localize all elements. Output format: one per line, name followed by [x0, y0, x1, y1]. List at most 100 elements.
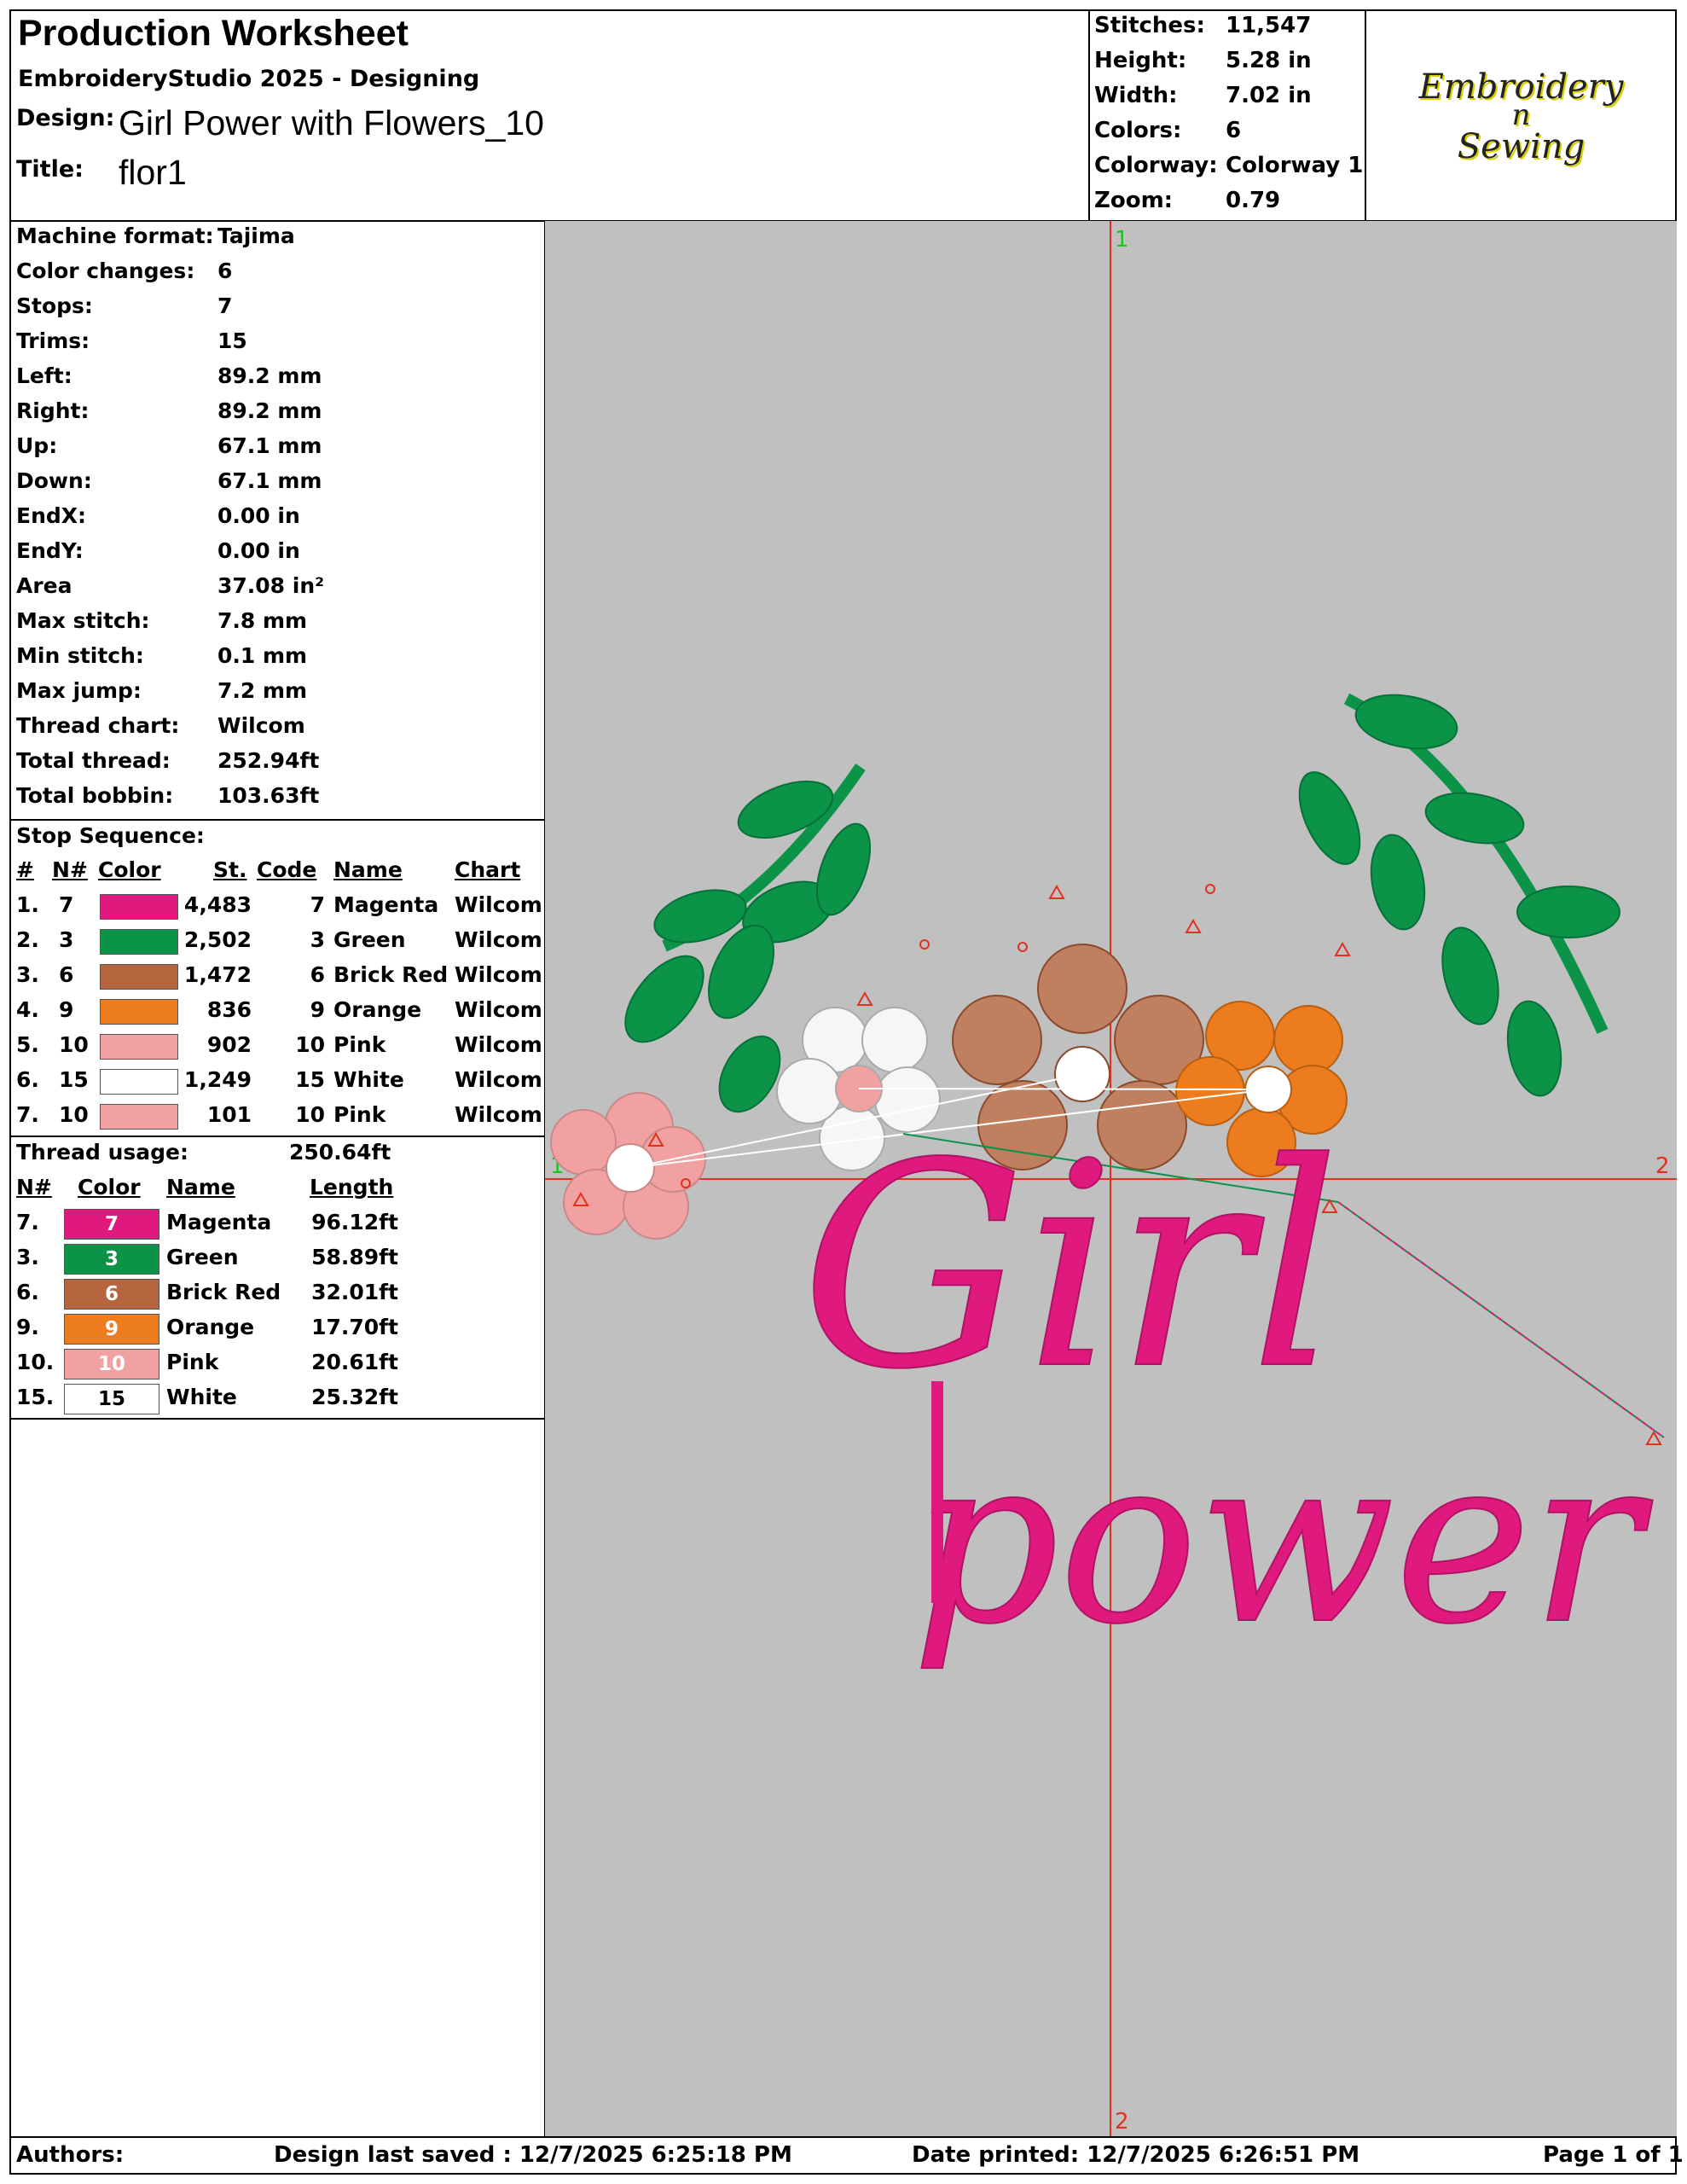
- thread-length: 58.89ft: [311, 1245, 398, 1269]
- footer-date-printed: Date printed: 12/7/2025 6:26:51 PM: [912, 2142, 1360, 2168]
- thread-chart: Wilcom: [455, 997, 542, 1022]
- thread-length: 20.61ft: [311, 1350, 398, 1374]
- color-swatch: [100, 1034, 178, 1060]
- thread-usage-title: Thread usage:: [16, 1140, 189, 1165]
- needle-number: 10.: [16, 1350, 55, 1374]
- stitch-count: 2,502: [183, 927, 252, 952]
- stitch-count: 101: [206, 1102, 252, 1127]
- column-header: Color: [78, 1175, 141, 1199]
- thread-chart: Wilcom: [455, 1067, 542, 1092]
- thread-name: Orange: [166, 1315, 255, 1339]
- thread-name: Pink: [166, 1350, 219, 1374]
- needle-number: 7: [59, 892, 74, 917]
- design-label: Design:: [16, 105, 115, 131]
- software-name: EmbroideryStudio 2025 - Designing: [18, 66, 480, 92]
- design-canvas: 1 2 1 2 Girl power: [545, 221, 1677, 2137]
- thread-name: Pink: [333, 1032, 386, 1057]
- column-header: #: [16, 857, 34, 882]
- color-swatch: 3: [64, 1244, 159, 1275]
- thread-name: White: [166, 1385, 237, 1409]
- color-swatch: [100, 1069, 178, 1095]
- axis-marker-top: 1: [1115, 227, 1129, 253]
- thread-name: White: [333, 1067, 404, 1092]
- axis-marker-bottom: 2: [1115, 2109, 1129, 2135]
- needle-number: 10: [59, 1102, 89, 1127]
- footer: Authors: Design last saved : 12/7/2025 6…: [9, 2137, 1684, 2175]
- thread-code: 10: [295, 1102, 325, 1127]
- section-divider: [9, 819, 545, 821]
- column-header: Name: [333, 857, 403, 882]
- thread-usage-total: 250.64ft: [289, 1140, 391, 1165]
- stitch-count: 1,249: [183, 1067, 252, 1092]
- column-header: Color: [98, 857, 161, 882]
- design-stats: Stitches: 11,547 Height: 5.28 in Width: 7.0…: [1094, 13, 1364, 213]
- needle-number: 7.: [16, 1210, 39, 1234]
- thread-chart: Wilcom: [455, 962, 542, 987]
- color-swatch: 9: [64, 1314, 159, 1345]
- thread-code: 15: [295, 1067, 325, 1092]
- row-number: 4.: [16, 997, 39, 1022]
- thread-name: Green: [333, 927, 406, 952]
- thread-name: Magenta: [166, 1210, 272, 1234]
- column-header: Length: [310, 1175, 394, 1199]
- stitch-count: 1,472: [183, 962, 252, 987]
- stop-sequence-title: Stop Sequence:: [16, 823, 205, 848]
- needle-number: 3.: [16, 1245, 39, 1269]
- design-name: Girl Power with Flowers_10: [119, 103, 544, 142]
- header-info: Production Worksheet EmbroideryStudio 20…: [9, 9, 1089, 221]
- color-swatch: 10: [64, 1349, 159, 1380]
- thread-chart: Wilcom: [455, 927, 542, 952]
- title-label: Title:: [16, 156, 84, 183]
- color-swatch: 6: [64, 1279, 159, 1310]
- worksheet-title: Production Worksheet: [18, 13, 409, 54]
- thread-code: 7: [310, 892, 325, 917]
- thread-name: Green: [166, 1245, 239, 1269]
- design-text-power: power: [912, 1406, 1654, 1675]
- color-swatch: [100, 999, 178, 1025]
- column-header: Name: [166, 1175, 235, 1199]
- thread-length: 17.70ft: [311, 1315, 398, 1339]
- row-number: 3.: [16, 962, 39, 987]
- thread-chart: Wilcom: [455, 1102, 542, 1127]
- column-header: N#: [52, 857, 88, 882]
- color-swatch: [100, 964, 178, 990]
- color-swatch: 15: [64, 1384, 159, 1414]
- thread-code: 9: [310, 997, 325, 1022]
- thread-length: 32.01ft: [311, 1280, 398, 1304]
- thread-name: Pink: [333, 1102, 386, 1127]
- thread-code: 3: [310, 927, 325, 952]
- thread-length: 25.32ft: [311, 1385, 398, 1409]
- column-header: St.: [213, 857, 247, 882]
- stitch-count: 4,483: [183, 892, 252, 917]
- row-number: 6.: [16, 1067, 39, 1092]
- color-swatch: [100, 929, 178, 955]
- needle-number: 9: [59, 997, 74, 1022]
- thread-name: Orange: [333, 997, 422, 1022]
- needle-number: 6.: [16, 1280, 39, 1304]
- section-divider: [9, 1136, 545, 1137]
- needle-number: 15: [59, 1067, 89, 1092]
- needle-number: 9.: [16, 1315, 39, 1339]
- thread-length: 96.12ft: [311, 1210, 398, 1234]
- color-swatch: 7: [64, 1209, 159, 1240]
- thread-chart: Wilcom: [455, 892, 542, 917]
- stitch-count: 836: [206, 997, 252, 1022]
- column-header: N#: [16, 1175, 52, 1199]
- thread-chart: Wilcom: [455, 1032, 542, 1057]
- column-header: Chart: [455, 857, 521, 882]
- footer-authors: Authors:: [16, 2142, 125, 2168]
- stitch-count: 902: [206, 1032, 252, 1057]
- needle-number: 3: [59, 927, 74, 952]
- needle-number: 10: [59, 1032, 89, 1057]
- footer-last-saved: Design last saved : 12/7/2025 6:25:18 PM: [274, 2142, 792, 2168]
- color-swatch: [100, 1104, 178, 1130]
- footer-page-number: Page 1 of 1: [1543, 2142, 1684, 2168]
- axis-marker-right: 2: [1655, 1153, 1670, 1179]
- column-header: Code: [257, 857, 317, 882]
- thread-code: 6: [310, 962, 325, 987]
- title-value: flor1: [119, 153, 187, 192]
- row-number: 1.: [16, 892, 39, 917]
- row-number: 2.: [16, 927, 39, 952]
- row-number: 5.: [16, 1032, 39, 1057]
- flower-pink: [550, 1092, 706, 1240]
